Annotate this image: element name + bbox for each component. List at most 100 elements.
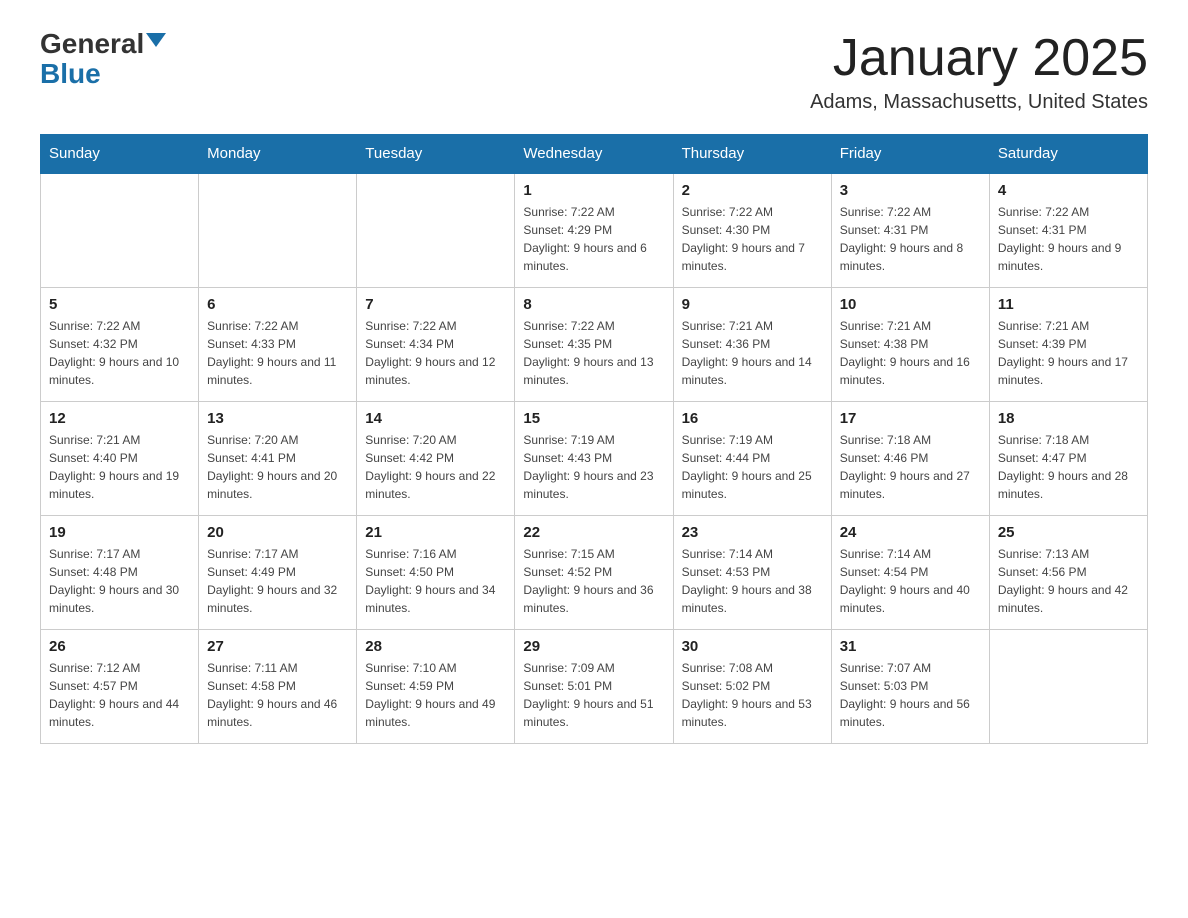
day-number: 18 [998,410,1139,427]
day-number: 11 [998,296,1139,313]
day-info: Sunrise: 7:09 AM Sunset: 5:01 PM Dayligh… [523,659,664,731]
day-number: 22 [523,524,664,541]
calendar-title: January 2025 [810,30,1148,87]
header-cell-thursday: Thursday [673,135,831,174]
day-number: 25 [998,524,1139,541]
calendar-cell: 19 Sunrise: 7:17 AM Sunset: 4:48 PM Dayli… [41,516,199,630]
calendar-cell: 28 Sunrise: 7:10 AM Sunset: 4:59 PM Dayli… [357,630,515,744]
day-info: Sunrise: 7:17 AM Sunset: 4:48 PM Dayligh… [49,545,190,617]
day-info: Sunrise: 7:22 AM Sunset: 4:33 PM Dayligh… [207,317,348,389]
calendar-cell: 4 Sunrise: 7:22 AM Sunset: 4:31 PM Daylig… [989,173,1147,288]
day-info: Sunrise: 7:22 AM Sunset: 4:34 PM Dayligh… [365,317,506,389]
calendar-cell: 7 Sunrise: 7:22 AM Sunset: 4:34 PM Daylig… [357,288,515,402]
day-info: Sunrise: 7:07 AM Sunset: 5:03 PM Dayligh… [840,659,981,731]
calendar-subtitle: Adams, Massachusetts, United States [810,91,1148,114]
day-info: Sunrise: 7:11 AM Sunset: 4:58 PM Dayligh… [207,659,348,731]
calendar-table: SundayMondayTuesdayWednesdayThursdayFrid… [40,134,1148,744]
calendar-cell: 13Sunrise: 7:20 AM Sunset: 4:41 PM Dayli… [199,402,357,516]
title-block: January 2025 Adams, Massachusetts, Unite… [810,30,1148,114]
calendar-cell: 5 Sunrise: 7:22 AM Sunset: 4:32 PM Daylig… [41,288,199,402]
day-number: 28 [365,638,506,655]
header-cell-tuesday: Tuesday [357,135,515,174]
day-number: 7 [365,296,506,313]
calendar-cell: 24Sunrise: 7:14 AM Sunset: 4:54 PM Dayli… [831,516,989,630]
calendar-cell: 17Sunrise: 7:18 AM Sunset: 4:46 PM Dayli… [831,402,989,516]
calendar-cell: 27Sunrise: 7:11 AM Sunset: 4:58 PM Dayli… [199,630,357,744]
day-info: Sunrise: 7:22 AM Sunset: 4:35 PM Dayligh… [523,317,664,389]
day-info: Sunrise: 7:19 AM Sunset: 4:44 PM Dayligh… [682,431,823,503]
calendar-cell: 6 Sunrise: 7:22 AM Sunset: 4:33 PM Daylig… [199,288,357,402]
day-number: 12 [49,410,190,427]
day-info: Sunrise: 7:10 AM Sunset: 4:59 PM Dayligh… [365,659,506,731]
calendar-cell [41,173,199,288]
day-info: Sunrise: 7:14 AM Sunset: 4:54 PM Dayligh… [840,545,981,617]
day-info: Sunrise: 7:21 AM Sunset: 4:36 PM Dayligh… [682,317,823,389]
calendar-week-3: 19 Sunrise: 7:17 AM Sunset: 4:48 PM Dayli… [41,516,1148,630]
header-cell-sunday: Sunday [41,135,199,174]
day-number: 31 [840,638,981,655]
header-cell-friday: Friday [831,135,989,174]
day-number: 4 [998,182,1139,199]
calendar-cell: 22 Sunrise: 7:15 AM Sunset: 4:52 PM Dayli… [515,516,673,630]
header-cell-wednesday: Wednesday [515,135,673,174]
calendar-cell: 10 Sunrise: 7:21 AM Sunset: 4:38 PM Dayli… [831,288,989,402]
calendar-body: 1 Sunrise: 7:22 AM Sunset: 4:29 PM Daylig… [41,173,1148,744]
calendar-header: SundayMondayTuesdayWednesdayThursdayFrid… [41,135,1148,174]
day-number: 5 [49,296,190,313]
day-info: Sunrise: 7:18 AM Sunset: 4:47 PM Dayligh… [998,431,1139,503]
logo-triangle-icon [146,33,166,47]
calendar-cell: 2Sunrise: 7:22 AM Sunset: 4:30 PM Daylig… [673,173,831,288]
day-info: Sunrise: 7:16 AM Sunset: 4:50 PM Dayligh… [365,545,506,617]
calendar-cell: 30Sunrise: 7:08 AM Sunset: 5:02 PM Dayli… [673,630,831,744]
calendar-cell: 25 Sunrise: 7:13 AM Sunset: 4:56 PM Dayli… [989,516,1147,630]
calendar-week-0: 1 Sunrise: 7:22 AM Sunset: 4:29 PM Daylig… [41,173,1148,288]
logo-text-blue: Blue [40,58,101,89]
day-number: 9 [682,296,823,313]
day-info: Sunrise: 7:14 AM Sunset: 4:53 PM Dayligh… [682,545,823,617]
calendar-week-1: 5 Sunrise: 7:22 AM Sunset: 4:32 PM Daylig… [41,288,1148,402]
day-number: 1 [523,182,664,199]
day-info: Sunrise: 7:22 AM Sunset: 4:31 PM Dayligh… [998,203,1139,275]
day-number: 30 [682,638,823,655]
day-number: 3 [840,182,981,199]
day-info: Sunrise: 7:21 AM Sunset: 4:39 PM Dayligh… [998,317,1139,389]
calendar-cell: 16 Sunrise: 7:19 AM Sunset: 4:44 PM Dayli… [673,402,831,516]
calendar-cell: 3 Sunrise: 7:22 AM Sunset: 4:31 PM Daylig… [831,173,989,288]
header-cell-saturday: Saturday [989,135,1147,174]
day-info: Sunrise: 7:15 AM Sunset: 4:52 PM Dayligh… [523,545,664,617]
calendar-cell: 23 Sunrise: 7:14 AM Sunset: 4:53 PM Dayli… [673,516,831,630]
day-number: 15 [523,410,664,427]
calendar-cell: 29 Sunrise: 7:09 AM Sunset: 5:01 PM Dayli… [515,630,673,744]
day-number: 16 [682,410,823,427]
day-number: 29 [523,638,664,655]
calendar-cell: 18 Sunrise: 7:18 AM Sunset: 4:47 PM Dayli… [989,402,1147,516]
day-number: 6 [207,296,348,313]
calendar-cell: 11 Sunrise: 7:21 AM Sunset: 4:39 PM Dayli… [989,288,1147,402]
day-number: 17 [840,410,981,427]
day-info: Sunrise: 7:21 AM Sunset: 4:38 PM Dayligh… [840,317,981,389]
calendar-cell: 1 Sunrise: 7:22 AM Sunset: 4:29 PM Daylig… [515,173,673,288]
day-number: 23 [682,524,823,541]
day-info: Sunrise: 7:22 AM Sunset: 4:32 PM Dayligh… [49,317,190,389]
day-info: Sunrise: 7:20 AM Sunset: 4:42 PM Dayligh… [365,431,506,503]
calendar-cell: 31 Sunrise: 7:07 AM Sunset: 5:03 PM Dayli… [831,630,989,744]
logo: General Blue [40,30,166,88]
calendar-cell [199,173,357,288]
day-info: Sunrise: 7:22 AM Sunset: 4:29 PM Dayligh… [523,203,664,275]
day-number: 2 [682,182,823,199]
day-number: 10 [840,296,981,313]
day-number: 8 [523,296,664,313]
logo-text-general: General [40,30,144,58]
header-cell-monday: Monday [199,135,357,174]
day-number: 26 [49,638,190,655]
day-number: 21 [365,524,506,541]
calendar-cell: 20 Sunrise: 7:17 AM Sunset: 4:49 PM Dayli… [199,516,357,630]
calendar-cell [357,173,515,288]
day-info: Sunrise: 7:17 AM Sunset: 4:49 PM Dayligh… [207,545,348,617]
day-info: Sunrise: 7:22 AM Sunset: 4:31 PM Dayligh… [840,203,981,275]
day-number: 20 [207,524,348,541]
day-info: Sunrise: 7:13 AM Sunset: 4:56 PM Dayligh… [998,545,1139,617]
day-number: 19 [49,524,190,541]
page-header: General Blue January 2025 Adams, Massach… [40,30,1148,114]
calendar-cell: 9 Sunrise: 7:21 AM Sunset: 4:36 PM Daylig… [673,288,831,402]
